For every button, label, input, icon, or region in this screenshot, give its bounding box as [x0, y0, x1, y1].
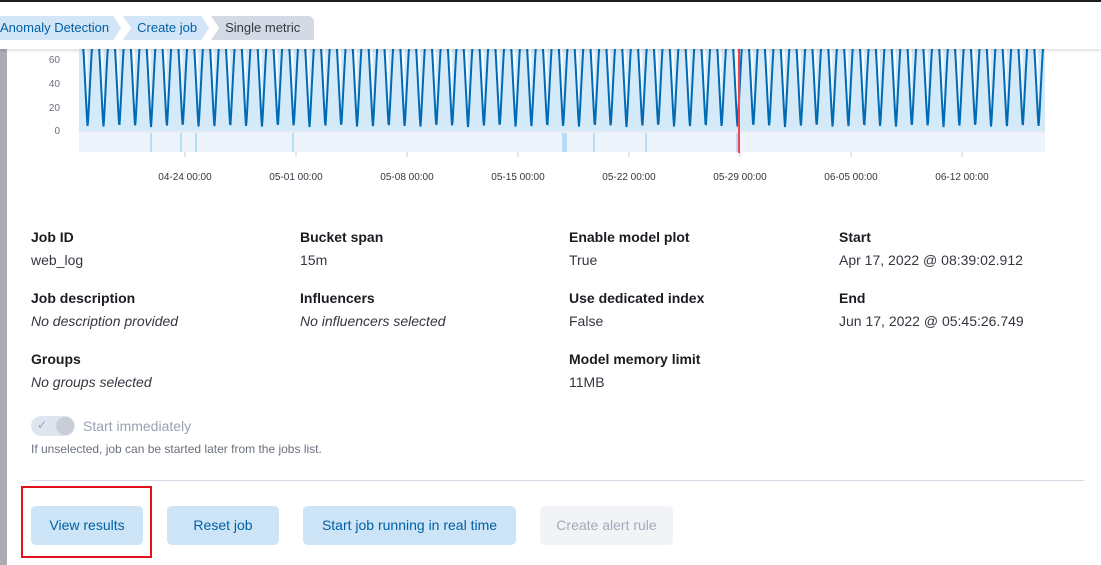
start-immediately-row: ✓ Start immediately	[31, 416, 191, 436]
groups-value: No groups selected	[31, 374, 152, 390]
context-mark	[292, 133, 294, 152]
job-id-value: web_log	[31, 252, 84, 268]
switch-knob	[56, 417, 74, 435]
create-alert-rule-button: Create alert rule	[540, 506, 673, 545]
end-value: Jun 17, 2022 @ 05:45:26.749	[839, 313, 1024, 329]
x-tick-label: 05-01 00:00	[269, 172, 323, 183]
end-field: End Jun 17, 2022 @ 05:45:26.749	[839, 289, 1099, 331]
x-tick-label: 05-15 00:00	[491, 172, 545, 183]
job-preview-chart: 60 40 20 0 04-24 00:00 05-01 00:00 05-08…	[30, 49, 1070, 199]
divider	[31, 480, 1084, 481]
header-bar: Anomaly Detection Create job Single metr…	[0, 2, 1101, 49]
end-label: End	[839, 290, 866, 306]
memory-limit-label: Model memory limit	[569, 351, 701, 367]
chart-plot	[79, 49, 1045, 157]
breadcrumb: Anomaly Detection Create job Single metr…	[0, 16, 316, 40]
breadcrumb-create-job[interactable]: Create job	[123, 16, 209, 40]
dedicated-index-value: False	[569, 313, 604, 329]
context-mark	[180, 133, 182, 152]
job-id-label: Job ID	[31, 229, 74, 245]
bucket-span-value: 15m	[300, 252, 328, 268]
x-tick-label: 04-24 00:00	[158, 172, 212, 183]
start-immediately-switch[interactable]: ✓	[31, 416, 75, 436]
job-id-field: Job ID web_log	[31, 228, 291, 270]
model-plot-field: Enable model plot True	[569, 228, 829, 270]
memory-limit-field: Model memory limit 11MB	[569, 350, 829, 392]
x-tick-label: 05-29 00:00	[713, 172, 767, 183]
bucket-span-field: Bucket span 15m	[300, 228, 560, 270]
dedicated-index-label: Use dedicated index	[569, 290, 705, 306]
context-mark	[195, 133, 197, 152]
left-scroll-rail	[0, 49, 7, 565]
dedicated-index-field: Use dedicated index False	[569, 289, 829, 331]
job-description-field: Job description No description provided	[31, 289, 291, 331]
model-plot-label: Enable model plot	[569, 229, 690, 245]
x-tick-label: 05-22 00:00	[602, 172, 656, 183]
check-icon: ✓	[37, 418, 48, 432]
start-immediately-label: Start immediately	[83, 418, 192, 434]
x-tick-label: 05-08 00:00	[380, 172, 434, 183]
groups-label: Groups	[31, 351, 81, 367]
start-field: Start Apr 17, 2022 @ 08:39:02.912	[839, 228, 1099, 270]
context-mark	[150, 133, 152, 152]
context-mark	[736, 133, 738, 152]
breadcrumb-anomaly-detection[interactable]: Anomaly Detection	[0, 16, 121, 40]
view-results-button[interactable]: View results	[31, 506, 143, 545]
influencers-value: No influencers selected	[300, 313, 446, 329]
job-description-value: No description provided	[31, 313, 179, 329]
start-label: Start	[839, 229, 871, 245]
job-description-label: Job description	[31, 290, 136, 306]
influencers-field: Influencers No influencers selected	[300, 289, 560, 331]
start-value: Apr 17, 2022 @ 08:39:02.912	[839, 252, 1023, 268]
reset-job-button[interactable]: Reset job	[167, 506, 279, 545]
influencers-label: Influencers	[300, 290, 375, 306]
groups-field: Groups No groups selected	[31, 350, 291, 392]
bucket-span-label: Bucket span	[300, 229, 384, 245]
x-tick-label: 06-12 00:00	[935, 172, 989, 183]
model-plot-value: True	[569, 252, 598, 268]
context-mark	[593, 133, 595, 152]
x-tick-label: 06-05 00:00	[824, 172, 878, 183]
start-help-text: If unselected, job can be started later …	[31, 442, 322, 456]
context-mark	[565, 133, 567, 152]
memory-limit-value: 11MB	[569, 374, 605, 390]
context-mark	[645, 133, 647, 152]
breadcrumb-single-metric: Single metric	[211, 16, 314, 40]
start-realtime-button[interactable]: Start job running in real time	[303, 506, 516, 545]
